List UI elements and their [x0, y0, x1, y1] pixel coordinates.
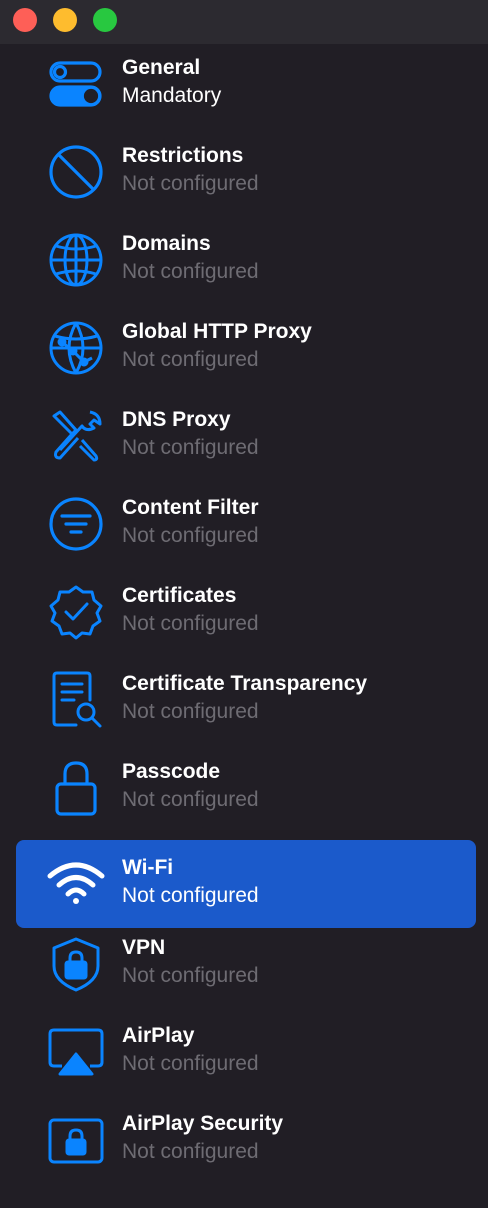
- payload-item-certificate-transparency[interactable]: Certificate Transparency Not configured: [16, 660, 476, 748]
- payload-label: VPN: [122, 936, 166, 959]
- payload-item-domains[interactable]: Domains Not configured: [16, 220, 476, 308]
- payload-item-certificates[interactable]: Certificates Not configured: [16, 572, 476, 660]
- payload-item-restrictions[interactable]: Restrictions Not configured: [16, 132, 476, 220]
- zoom-window-button[interactable]: [93, 8, 117, 32]
- payload-list: General Mandatory Restrictions Not confi…: [0, 44, 488, 1208]
- payload-status: Not configured: [122, 436, 259, 459]
- payload-item-wifi[interactable]: Wi-Fi Not configured: [16, 840, 476, 928]
- payload-status: Not configured: [122, 348, 259, 371]
- payload-label: Passcode: [122, 760, 221, 783]
- airplay-icon: [46, 1022, 106, 1082]
- globe-icon: [46, 230, 106, 290]
- close-window-button[interactable]: [13, 8, 37, 32]
- wifi-icon: [46, 854, 106, 914]
- payload-item-vpn[interactable]: VPN Not configured: [16, 924, 476, 1012]
- payload-status: Mandatory: [122, 84, 222, 107]
- globe-network-icon: [46, 318, 106, 378]
- payload-label: Certificate Transparency: [122, 672, 368, 695]
- payload-label: General: [122, 56, 201, 79]
- payload-status: Not configured: [122, 524, 259, 547]
- payload-status: Not configured: [122, 964, 259, 987]
- payload-item-dns-proxy[interactable]: DNS Proxy Not configured: [16, 396, 476, 484]
- payload-label: AirPlay Security: [122, 1112, 284, 1135]
- payload-status: Not configured: [122, 1140, 259, 1163]
- payload-item-airplay-security[interactable]: AirPlay Security Not configured: [16, 1100, 476, 1188]
- payload-label: Restrictions: [122, 144, 244, 167]
- payload-label: Content Filter: [122, 496, 259, 519]
- title-bar: [0, 0, 488, 44]
- payload-label: Wi-Fi: [122, 856, 174, 879]
- payload-status: Not configured: [122, 1052, 259, 1075]
- checkmark-seal-icon: [46, 582, 106, 642]
- airplay-lock-icon: [46, 1110, 106, 1170]
- lock-shield-icon: [46, 934, 106, 994]
- payload-item-general[interactable]: General Mandatory: [16, 44, 476, 132]
- payload-label: Global HTTP Proxy: [122, 320, 312, 343]
- document-magnifier-icon: [46, 670, 106, 730]
- payload-label: Certificates: [122, 584, 237, 607]
- payload-status: Not configured: [122, 884, 259, 907]
- payload-item-global-http-proxy[interactable]: Global HTTP Proxy Not configured: [16, 308, 476, 396]
- toggle-switches-icon: [46, 54, 106, 114]
- prohibited-icon: [46, 142, 106, 202]
- payload-status: Not configured: [122, 172, 259, 195]
- payload-item-passcode[interactable]: Passcode Not configured: [16, 748, 476, 836]
- payload-status: Not configured: [122, 700, 259, 723]
- filter-circle-icon: [46, 494, 106, 554]
- tools-icon: [46, 406, 106, 466]
- payload-status: Not configured: [122, 260, 259, 283]
- payload-status: Not configured: [122, 612, 259, 635]
- payload-item-content-filter[interactable]: Content Filter Not configured: [16, 484, 476, 572]
- payload-label: AirPlay: [122, 1024, 195, 1047]
- payload-item-airplay[interactable]: AirPlay Not configured: [16, 1012, 476, 1100]
- minimize-window-button[interactable]: [53, 8, 77, 32]
- payload-status: Not configured: [122, 788, 259, 811]
- payload-label: DNS Proxy: [122, 408, 231, 431]
- payload-label: Domains: [122, 232, 211, 255]
- lock-icon: [46, 758, 106, 818]
